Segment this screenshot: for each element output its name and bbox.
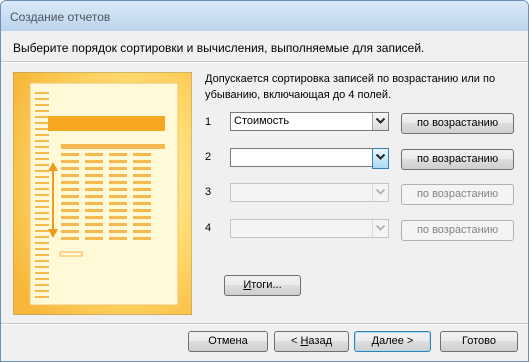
sort-field-4-dropdown-button[interactable] bbox=[372, 220, 388, 237]
sort-order-1-button[interactable]: по возрастанию bbox=[401, 113, 514, 134]
sort-field-1-value: Стоимость bbox=[234, 115, 290, 127]
sort-row-1-number: 1 bbox=[205, 116, 212, 128]
report-illustration bbox=[13, 72, 192, 315]
title-bar: Создание отчетов bbox=[1, 1, 528, 31]
sort-field-3-combo[interactable] bbox=[230, 183, 389, 202]
window-title: Создание отчетов bbox=[10, 10, 111, 24]
chevron-down-icon bbox=[376, 189, 385, 195]
back-button[interactable]: < Назад bbox=[274, 331, 349, 352]
sort-description: Допускается сортировка записей по возрас… bbox=[205, 73, 496, 101]
header-divider bbox=[1, 61, 528, 63]
chevron-down-icon bbox=[376, 118, 385, 124]
next-button-mnemonic: Д bbox=[371, 335, 380, 347]
sort-order-4-button[interactable]: по возрастанию bbox=[401, 220, 514, 241]
next-button-label-rest: алее > bbox=[379, 335, 414, 347]
sort-field-1-combo[interactable]: Стоимость bbox=[230, 112, 389, 131]
summary-button-label-rest: тоги... bbox=[251, 279, 282, 291]
report-wizard-window: Создание отчетов Выберите порядок сортир… bbox=[0, 0, 529, 362]
sort-field-1-dropdown-button[interactable] bbox=[372, 113, 388, 130]
sort-row-3-number: 3 bbox=[205, 186, 212, 198]
sort-row-2-number: 2 bbox=[205, 151, 212, 163]
summary-options-button[interactable]: Итоги... bbox=[224, 275, 301, 296]
sort-field-3-dropdown-button[interactable] bbox=[372, 184, 388, 201]
wizard-instruction: Выберите порядок сортировки и вычисления… bbox=[13, 41, 425, 55]
finish-button[interactable]: Готово bbox=[440, 331, 518, 352]
footer-divider bbox=[1, 323, 528, 325]
sort-order-3-button[interactable]: по возрастанию bbox=[401, 184, 514, 205]
back-button-label-rest: азад bbox=[308, 335, 332, 347]
chevron-down-icon bbox=[376, 225, 385, 231]
sort-row-4-number: 4 bbox=[205, 222, 212, 234]
next-button[interactable]: Далее > bbox=[354, 331, 431, 352]
sort-field-2-combo[interactable] bbox=[230, 148, 389, 169]
sort-field-2-dropdown-button[interactable] bbox=[372, 148, 389, 169]
cancel-button[interactable]: Отмена bbox=[188, 331, 268, 352]
sort-order-2-button[interactable]: по возрастанию bbox=[401, 149, 514, 170]
sort-field-4-combo[interactable] bbox=[230, 219, 389, 238]
chevron-down-icon bbox=[376, 154, 385, 160]
